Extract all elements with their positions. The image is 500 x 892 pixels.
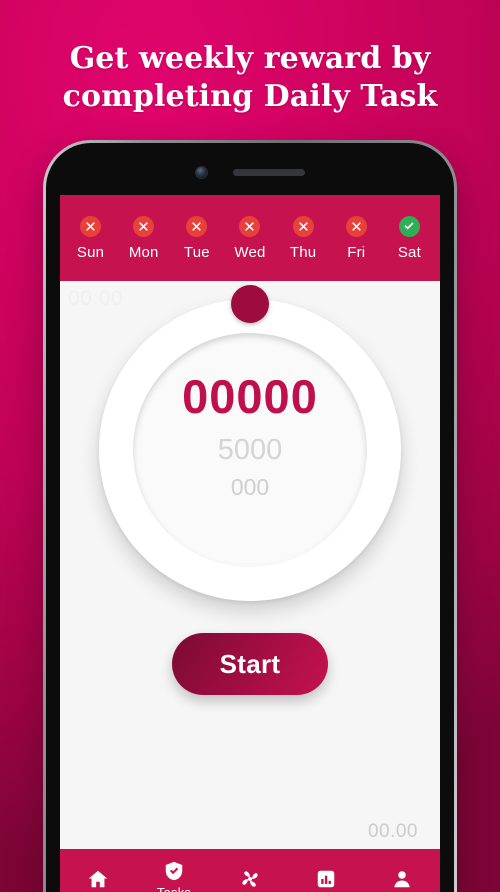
day-label: Tue bbox=[183, 243, 210, 261]
day-label: Thu bbox=[289, 243, 317, 261]
x-circle-icon bbox=[292, 215, 314, 237]
weekly-days-bar: Sun Mon Tue Wed Thu Fri Sat bbox=[60, 195, 440, 281]
x-circle-icon bbox=[133, 215, 155, 237]
day-cell-fri[interactable]: Fri bbox=[330, 215, 383, 261]
day-cell-thu[interactable]: Thu bbox=[277, 215, 330, 261]
phone-sensors bbox=[46, 165, 454, 179]
day-cell-wed[interactable]: Wed bbox=[223, 215, 276, 261]
start-button[interactable]: Start bbox=[172, 633, 328, 695]
phone-mockup: Sun Mon Tue Wed Thu Fri Sat 00:00 00000 … bbox=[43, 140, 457, 892]
dial-sub-value: 5000 bbox=[217, 434, 283, 466]
nav-item-fan[interactable] bbox=[212, 868, 288, 892]
bar-chart-icon bbox=[315, 868, 337, 890]
fan-icon bbox=[239, 868, 261, 890]
dial-main-value: 00000 bbox=[182, 370, 318, 423]
day-label: Sun bbox=[76, 243, 105, 261]
phone-body: Sun Mon Tue Wed Thu Fri Sat 00:00 00000 … bbox=[46, 143, 454, 892]
day-cell-sun[interactable]: Sun bbox=[64, 215, 117, 261]
day-label: Sat bbox=[397, 243, 421, 261]
day-cell-mon[interactable]: Mon bbox=[117, 215, 170, 261]
nav-label-tasks: Tasks bbox=[157, 885, 191, 892]
check-circle-icon bbox=[398, 215, 420, 237]
day-label: Mon bbox=[128, 243, 159, 261]
timer-area: 00:00 00000 5000 000 Start 00.00 bbox=[60, 281, 440, 892]
elapsed-time-bottom-right: 00.00 bbox=[367, 821, 418, 842]
timer-dial[interactable]: 00000 5000 000 bbox=[99, 285, 401, 601]
home-icon bbox=[87, 868, 109, 890]
day-label: Fri bbox=[347, 243, 366, 261]
speaker-grille-icon bbox=[232, 168, 305, 176]
day-cell-sat[interactable]: Sat bbox=[383, 215, 436, 261]
dial-knob-handle[interactable] bbox=[231, 285, 269, 323]
dial-inner-face: 00000 5000 000 bbox=[133, 333, 367, 567]
app-screen: Sun Mon Tue Wed Thu Fri Sat 00:00 00000 … bbox=[60, 195, 440, 892]
promo-headline: Get weekly reward by completing Daily Ta… bbox=[0, 40, 500, 116]
headline-line-2: completing Daily Task bbox=[62, 79, 438, 115]
person-icon bbox=[391, 868, 413, 890]
nav-item-home[interactable] bbox=[60, 868, 136, 892]
nav-item-stats[interactable] bbox=[288, 868, 364, 892]
x-circle-icon bbox=[186, 215, 208, 237]
nav-item-profile[interactable] bbox=[364, 868, 440, 892]
promo-stage: Get weekly reward by completing Daily Ta… bbox=[0, 0, 500, 892]
day-label: Wed bbox=[234, 243, 266, 261]
x-circle-icon bbox=[345, 215, 367, 237]
day-cell-tue[interactable]: Tue bbox=[170, 215, 223, 261]
camera-lens-icon bbox=[195, 166, 207, 178]
nav-item-tasks[interactable]: Tasks bbox=[136, 860, 212, 892]
x-circle-icon bbox=[239, 215, 261, 237]
bottom-navigation-bar: Tasks bbox=[60, 849, 440, 892]
shield-check-icon bbox=[163, 860, 185, 882]
x-circle-icon bbox=[80, 215, 102, 237]
headline-line-1: Get weekly reward by bbox=[69, 41, 431, 76]
dial-sub-value-secondary: 000 bbox=[230, 474, 270, 500]
